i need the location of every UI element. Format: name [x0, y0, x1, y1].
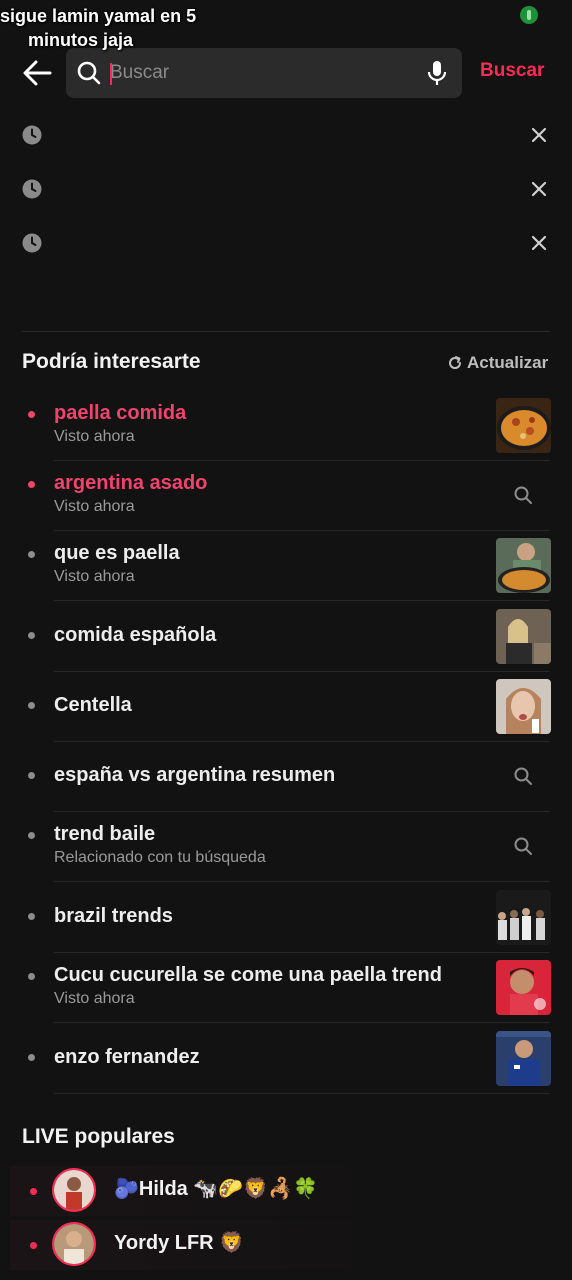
suggestion-item[interactable]: trend baile Relacionado con tu búsqueda: [0, 812, 572, 882]
suggestion-thumbnail: [496, 1031, 551, 1086]
suggestion-subtitle: Visto ahora: [54, 498, 135, 515]
suggestion-item[interactable]: que es paella Visto ahora: [0, 531, 572, 601]
suggestion-thumbnail: [496, 609, 551, 664]
avatar: [52, 1168, 96, 1212]
suggestion-title: que es paella: [54, 542, 180, 564]
bullet-dot: [28, 913, 35, 920]
row-divider: [54, 881, 550, 882]
avatar: [52, 1222, 96, 1266]
search-icon: [514, 486, 532, 504]
live-indicator-dot: [30, 1188, 37, 1195]
clock-icon: [22, 233, 42, 253]
close-icon[interactable]: [530, 234, 548, 252]
suggestion-title: brazil trends: [54, 905, 173, 927]
close-icon[interactable]: [530, 126, 548, 144]
suggestion-title: paella comida: [54, 402, 187, 424]
suggestions-title: Podría interesarte: [22, 350, 201, 373]
history-item[interactable]: [0, 223, 572, 263]
suggestion-thumbnail: [496, 398, 551, 453]
bullet-dot: [28, 772, 35, 779]
suggestion-item[interactable]: paella comida Visto ahora: [0, 391, 572, 461]
search-icon: [514, 767, 532, 785]
search-submit-button[interactable]: Buscar: [480, 60, 544, 82]
live-username: Yordy LFR 🦁: [114, 1232, 245, 1254]
search-icon: [514, 837, 532, 855]
text-caret: [110, 63, 112, 85]
history-item[interactable]: [0, 115, 572, 155]
suggestion-title: enzo fernandez: [54, 1046, 200, 1068]
search-input[interactable]: [110, 54, 410, 92]
suggestion-subtitle: Relacionado con tu búsqueda: [54, 849, 266, 866]
search-icon: [77, 61, 101, 85]
mic-active-indicator-icon: [520, 6, 538, 24]
bullet-dot: [28, 832, 35, 839]
microphone-icon[interactable]: [426, 60, 448, 86]
refresh-icon: [449, 356, 462, 369]
live-username: 🫐Hilda 🐄🌮🦁🦂🍀: [114, 1178, 318, 1200]
suggestion-item[interactable]: Centella: [0, 672, 572, 742]
bullet-dot: [28, 551, 35, 558]
refresh-label: Actualizar: [467, 353, 549, 372]
live-section-title: LIVE populares: [22, 1125, 175, 1148]
bullet-dot: [28, 973, 35, 980]
suggestion-item[interactable]: Cucu cucurella se come una paella trend V…: [0, 953, 572, 1023]
back-arrow-icon[interactable]: [20, 58, 54, 88]
suggestion-title: comida española: [54, 624, 217, 646]
search-box[interactable]: [66, 48, 462, 98]
bullet-dot: [28, 702, 35, 709]
suggestion-title: Cucu cucurella se come una paella trend: [54, 964, 442, 986]
refresh-button[interactable]: Actualizar: [447, 353, 548, 373]
caption-line-1: sigue lamin yamal en 5: [0, 6, 197, 26]
suggestion-subtitle: Visto ahora: [54, 990, 135, 1007]
suggestion-title: Centella: [54, 694, 132, 716]
suggestion-title: trend baile: [54, 823, 156, 845]
live-item[interactable]: Yordy LFR 🦁: [10, 1220, 420, 1270]
video-caption-overlay: sigue lamin yamal en 5 minutos jaja: [0, 4, 196, 52]
suggestion-thumbnail: [496, 538, 551, 593]
suggestion-item[interactable]: españa vs argentina resumen: [0, 742, 572, 812]
bullet-dot: [28, 632, 35, 639]
suggestion-item[interactable]: brazil trends: [0, 883, 572, 953]
clock-icon: [22, 125, 42, 145]
suggestion-item[interactable]: enzo fernandez: [0, 1024, 572, 1094]
suggestion-thumbnail: [496, 679, 551, 734]
suggestion-thumbnail: [496, 890, 551, 945]
bullet-dot: [28, 1054, 35, 1061]
suggestion-thumbnail: [496, 960, 551, 1015]
suggestion-item[interactable]: comida española: [0, 602, 572, 672]
suggestion-item[interactable]: argentina asado Visto ahora: [0, 461, 572, 531]
caption-line-2: minutos jaja: [28, 30, 134, 50]
bullet-dot: [28, 481, 35, 488]
section-divider: [22, 331, 550, 332]
live-indicator-dot: [30, 1242, 37, 1249]
clock-icon: [22, 179, 42, 199]
suggestion-title: españa vs argentina resumen: [54, 764, 336, 786]
history-item[interactable]: [0, 169, 572, 209]
row-divider: [54, 1022, 550, 1023]
suggestion-subtitle: Visto ahora: [54, 568, 135, 585]
search-header: Buscar: [0, 48, 572, 100]
close-icon[interactable]: [530, 180, 548, 198]
bullet-dot: [28, 411, 35, 418]
suggestion-subtitle: Visto ahora: [54, 428, 135, 445]
row-divider: [54, 1093, 550, 1094]
row-divider: [54, 600, 550, 601]
suggestion-title: argentina asado: [54, 472, 208, 494]
live-item[interactable]: 🫐Hilda 🐄🌮🦁🦂🍀: [10, 1166, 420, 1216]
